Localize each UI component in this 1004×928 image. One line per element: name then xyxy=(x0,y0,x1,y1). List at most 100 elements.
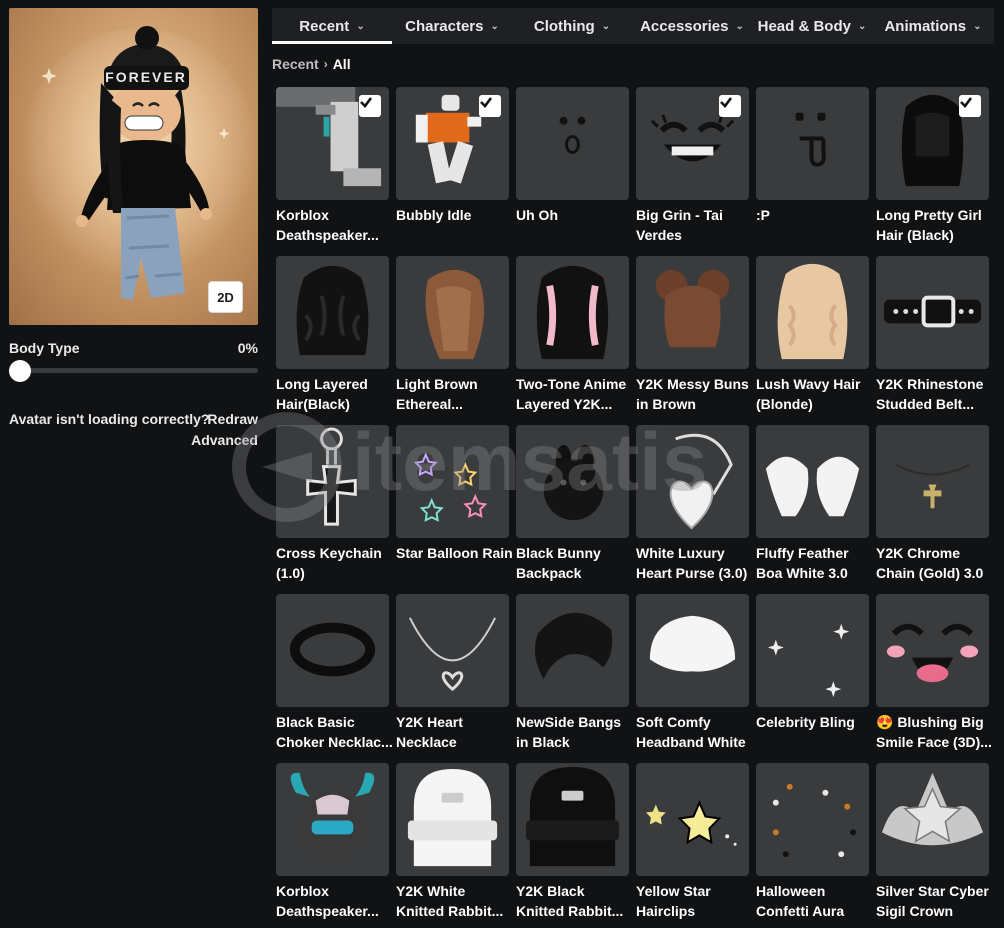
item-card[interactable]: Korblox Deathspeaker... xyxy=(276,87,389,251)
item-card[interactable]: Halloween Confetti Aura xyxy=(756,763,869,927)
checkmark-icon[interactable] xyxy=(359,95,381,117)
item-thumbnail[interactable] xyxy=(756,256,869,369)
item-card[interactable]: Celebrity Bling xyxy=(756,594,869,758)
item-card[interactable]: Long Pretty Girl Hair (Black) xyxy=(876,87,989,251)
item-card[interactable]: Y2K Rhinestone Studded Belt... xyxy=(876,256,989,420)
item-name[interactable]: Uh Oh xyxy=(516,205,634,225)
item-card[interactable]: Bubbly Idle xyxy=(396,87,509,251)
item-thumbnail[interactable] xyxy=(276,594,389,707)
item-name[interactable]: Soft Comfy Headband White xyxy=(636,712,754,752)
body-type-slider-thumb[interactable] xyxy=(9,360,31,382)
item-name[interactable]: Lush Wavy Hair (Blonde) xyxy=(756,374,874,414)
item-card[interactable]: Y2K Heart Necklace xyxy=(396,594,509,758)
item-card[interactable]: NewSide Bangs in Black xyxy=(516,594,629,758)
item-card[interactable]: Lush Wavy Hair (Blonde) xyxy=(756,256,869,420)
item-card[interactable]: Y2K Chrome Chain (Gold) 3.0 xyxy=(876,425,989,589)
item-thumbnail[interactable] xyxy=(876,256,989,369)
item-card[interactable]: White Luxury Heart Purse (3.0) xyxy=(636,425,749,589)
item-card[interactable]: Y2K White Knitted Rabbit... xyxy=(396,763,509,927)
item-thumbnail[interactable] xyxy=(396,763,509,876)
item-thumbnail[interactable] xyxy=(276,425,389,538)
item-name[interactable]: 😍 Blushing Big Smile Face (3D)... xyxy=(876,712,994,752)
item-name[interactable]: Black Basic Choker Necklac... xyxy=(276,712,394,752)
item-thumbnail[interactable] xyxy=(636,425,749,538)
item-card[interactable]: Soft Comfy Headband White xyxy=(636,594,749,758)
item-thumbnail[interactable] xyxy=(396,425,509,538)
item-thumbnail[interactable] xyxy=(636,763,749,876)
item-name[interactable]: Y2K Chrome Chain (Gold) 3.0 xyxy=(876,543,994,583)
item-thumbnail[interactable] xyxy=(636,256,749,369)
item-name[interactable]: Black Bunny Backpack xyxy=(516,543,634,583)
breadcrumb-parent[interactable]: Recent xyxy=(272,56,319,72)
item-card[interactable]: Korblox Deathspeaker... xyxy=(276,763,389,927)
item-card[interactable]: Big Grin - Tai Verdes xyxy=(636,87,749,251)
tab-head-body[interactable]: Head & Body ⌄ xyxy=(752,8,872,44)
item-name[interactable]: Y2K Rhinestone Studded Belt... xyxy=(876,374,994,414)
item-card[interactable]: :P xyxy=(756,87,869,251)
item-thumbnail[interactable] xyxy=(636,594,749,707)
item-card[interactable]: Cross Keychain (1.0) xyxy=(276,425,389,589)
item-thumbnail[interactable] xyxy=(276,763,389,876)
item-thumbnail[interactable] xyxy=(516,594,629,707)
item-card[interactable]: Black Bunny Backpack xyxy=(516,425,629,589)
item-name[interactable]: Cross Keychain (1.0) xyxy=(276,543,394,583)
item-name[interactable]: Star Balloon Rain xyxy=(396,543,514,563)
item-name[interactable]: White Luxury Heart Purse (3.0) xyxy=(636,543,754,583)
tab-recent[interactable]: Recent ⌄ xyxy=(272,8,392,44)
checkmark-icon[interactable] xyxy=(479,95,501,117)
item-thumbnail[interactable] xyxy=(876,763,989,876)
item-name[interactable]: Korblox Deathspeaker... xyxy=(276,881,394,921)
item-thumbnail[interactable] xyxy=(276,256,389,369)
item-name[interactable]: Bubbly Idle xyxy=(396,205,514,225)
item-name[interactable]: Y2K Heart Necklace xyxy=(396,712,514,752)
item-thumbnail[interactable] xyxy=(516,763,629,876)
item-card[interactable]: Two-Tone Anime Layered Y2K... xyxy=(516,256,629,420)
item-thumbnail[interactable] xyxy=(516,87,629,200)
item-name[interactable]: Long Layered Hair(Black) xyxy=(276,374,394,414)
item-thumbnail[interactable] xyxy=(756,594,869,707)
checkmark-icon[interactable] xyxy=(719,95,741,117)
item-card[interactable]: Black Basic Choker Necklac... xyxy=(276,594,393,758)
item-thumbnail[interactable] xyxy=(516,425,629,538)
item-card[interactable]: Y2K Messy Buns in Brown xyxy=(636,256,749,420)
item-card[interactable]: Uh Oh xyxy=(516,87,629,251)
item-card[interactable]: Fluffy Feather Boa White 3.0 xyxy=(756,425,869,589)
item-card[interactable]: 😍 Blushing Big Smile Face (3D)... xyxy=(876,594,992,758)
item-thumbnail[interactable] xyxy=(876,87,989,200)
item-name[interactable]: Fluffy Feather Boa White 3.0 xyxy=(756,543,874,583)
item-name[interactable]: Yellow Star Hairclips xyxy=(636,881,754,921)
tab-characters[interactable]: Characters ⌄ xyxy=(392,8,512,44)
item-name[interactable]: Y2K Messy Buns in Brown xyxy=(636,374,754,414)
item-name[interactable]: Big Grin - Tai Verdes xyxy=(636,205,754,245)
item-thumbnail[interactable] xyxy=(396,594,509,707)
item-name[interactable]: :P xyxy=(756,205,874,225)
item-name[interactable]: Silver Star Cyber Sigil Crown xyxy=(876,881,994,921)
item-name[interactable]: Halloween Confetti Aura xyxy=(756,881,874,921)
item-thumbnail[interactable] xyxy=(396,256,509,369)
item-thumbnail[interactable] xyxy=(876,425,989,538)
item-card[interactable]: Light Brown Ethereal... xyxy=(396,256,509,420)
item-name[interactable]: Celebrity Bling xyxy=(756,712,874,732)
item-name[interactable]: Light Brown Ethereal... xyxy=(396,374,514,414)
item-thumbnail[interactable] xyxy=(756,763,869,876)
item-name[interactable]: Long Pretty Girl Hair (Black) xyxy=(876,205,994,245)
body-type-slider-track[interactable] xyxy=(9,368,258,373)
item-card[interactable]: Long Layered Hair(Black) xyxy=(276,256,389,420)
item-name[interactable]: Y2K White Knitted Rabbit... xyxy=(396,881,514,921)
item-thumbnail[interactable] xyxy=(876,594,989,707)
2d-toggle-button[interactable]: 2D xyxy=(208,281,243,313)
checkmark-icon[interactable] xyxy=(959,95,981,117)
redraw-link[interactable]: Redraw xyxy=(207,411,258,427)
item-thumbnail[interactable] xyxy=(756,425,869,538)
item-thumbnail[interactable] xyxy=(516,256,629,369)
item-card[interactable]: Star Balloon Rain xyxy=(396,425,513,589)
avatar-preview[interactable]: FOREVER 2D xyxy=(9,8,258,325)
item-thumbnail[interactable] xyxy=(276,87,389,200)
item-card[interactable]: Silver Star Cyber Sigil Crown xyxy=(876,763,989,927)
item-name[interactable]: NewSide Bangs in Black xyxy=(516,712,634,752)
tab-animations[interactable]: Animations ⌄ xyxy=(872,8,994,44)
item-thumbnail[interactable] xyxy=(756,87,869,200)
item-card[interactable]: Yellow Star Hairclips xyxy=(636,763,749,927)
item-card[interactable]: Y2K Black Knitted Rabbit... xyxy=(516,763,629,927)
item-thumbnail[interactable] xyxy=(396,87,509,200)
